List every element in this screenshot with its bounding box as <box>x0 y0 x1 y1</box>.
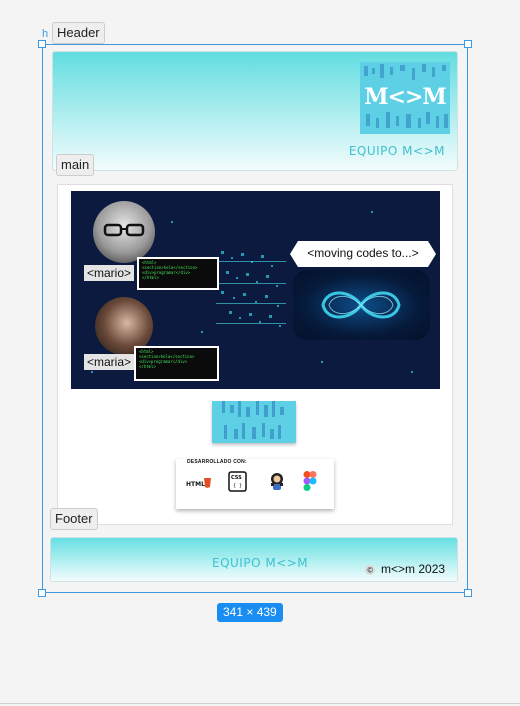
footer-frame-tag[interactable]: Footer <box>50 508 98 530</box>
resize-handle-bottom-left[interactable] <box>38 589 46 597</box>
dimensions-badge: 341 × 439 <box>217 603 283 622</box>
header-frame-tag[interactable]: Header <box>52 22 105 44</box>
canvas-bottom-border <box>0 703 520 704</box>
main-frame-tag[interactable]: main <box>56 154 95 176</box>
resize-handle-top-right[interactable] <box>464 40 472 48</box>
resize-handle-top-left[interactable] <box>38 40 46 48</box>
resize-handle-bottom-right[interactable] <box>464 589 472 597</box>
selection-box[interactable] <box>42 44 468 593</box>
artboard-hint: h <box>42 28 49 40</box>
